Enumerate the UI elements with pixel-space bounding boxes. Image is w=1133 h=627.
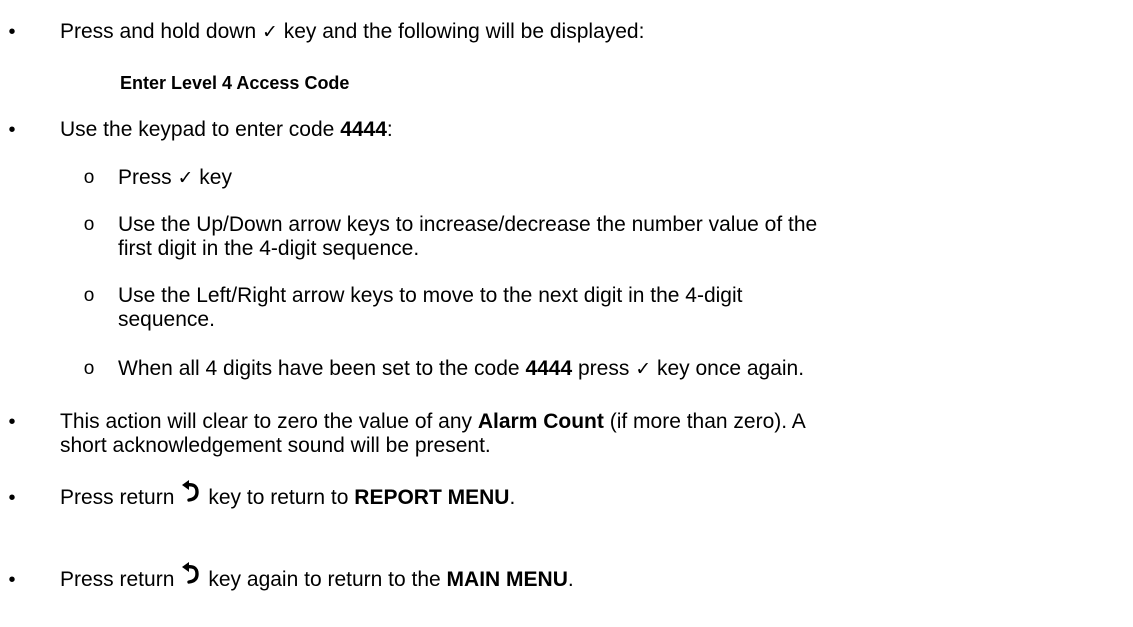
alarm-count-term: Alarm Count: [477, 410, 604, 433]
check-mark-icon: ✓: [261, 21, 278, 43]
step-return-main-menu: Press return key again to return to the M…: [60, 562, 574, 593]
step-text: key and the following will be displayed:: [277, 20, 645, 43]
return-arrow-icon: [174, 480, 208, 511]
substep-press-check: Press ✓ key: [118, 165, 232, 191]
substep-up-down-line1: Use the Up/Down arrow keys to increase/d…: [118, 213, 818, 236]
sub-bullet: o: [83, 167, 95, 188]
step-text: .: [509, 486, 516, 509]
substep-text: key: [193, 166, 232, 189]
step-text: Use the keypad to enter code: [60, 118, 341, 141]
step-clear-alarm-line2: short acknowledgement sound will be pres…: [60, 434, 491, 457]
access-code: 4444: [525, 357, 573, 380]
step-return-report-menu: Press return key to return to REPORT MENU…: [60, 480, 516, 511]
report-menu-term: REPORT MENU: [354, 486, 510, 509]
step-enter-code: Use the keypad to enter code 4444:: [60, 117, 393, 143]
return-arrow-icon: [174, 562, 208, 593]
bullet: •: [8, 411, 16, 433]
substep-text: When all 4 digits have been set to the c…: [118, 357, 526, 380]
bullet: •: [8, 119, 16, 141]
sub-bullet: o: [83, 285, 95, 306]
step-text: Press and hold down: [60, 20, 262, 43]
step-clear-alarm-line1: This action will clear to zero the value…: [60, 409, 806, 435]
step-text: This action will clear to zero the value…: [60, 410, 478, 433]
main-menu-term: MAIN MENU: [446, 568, 568, 591]
substep-confirm-code: When all 4 digits have been set to the c…: [118, 356, 804, 382]
substep-text: key once again.: [651, 357, 805, 380]
step-text: :: [386, 118, 393, 141]
step-text: (if more than zero). A: [603, 410, 806, 433]
step-text: .: [567, 568, 574, 591]
step-text: key again to return to the: [208, 568, 447, 591]
bullet: •: [8, 569, 16, 591]
access-code: 4444: [340, 118, 387, 141]
substep-left-right-line2: sequence.: [118, 308, 215, 331]
substep-text: Press: [118, 166, 178, 189]
step-text: key to return to: [208, 486, 355, 509]
sub-bullet: o: [83, 214, 95, 235]
check-mark-icon: ✓: [635, 358, 652, 380]
sub-bullet: o: [83, 358, 95, 379]
instruction-document: • Press and hold down ✓ key and the foll…: [0, 0, 1133, 627]
check-mark-icon: ✓: [177, 167, 194, 189]
substep-text: press: [572, 357, 636, 380]
bullet: •: [8, 21, 16, 43]
step-text: Press return: [60, 568, 175, 591]
step-press-hold-check: Press and hold down ✓ key and the follow…: [60, 19, 644, 45]
display-message: Enter Level 4 Access Code: [120, 73, 350, 93]
substep-up-down-line2: first digit in the 4-digit sequence.: [118, 237, 420, 260]
bullet: •: [8, 487, 16, 509]
step-text: Press return: [60, 486, 175, 509]
substep-left-right-line1: Use the Left/Right arrow keys to move to…: [118, 284, 743, 307]
